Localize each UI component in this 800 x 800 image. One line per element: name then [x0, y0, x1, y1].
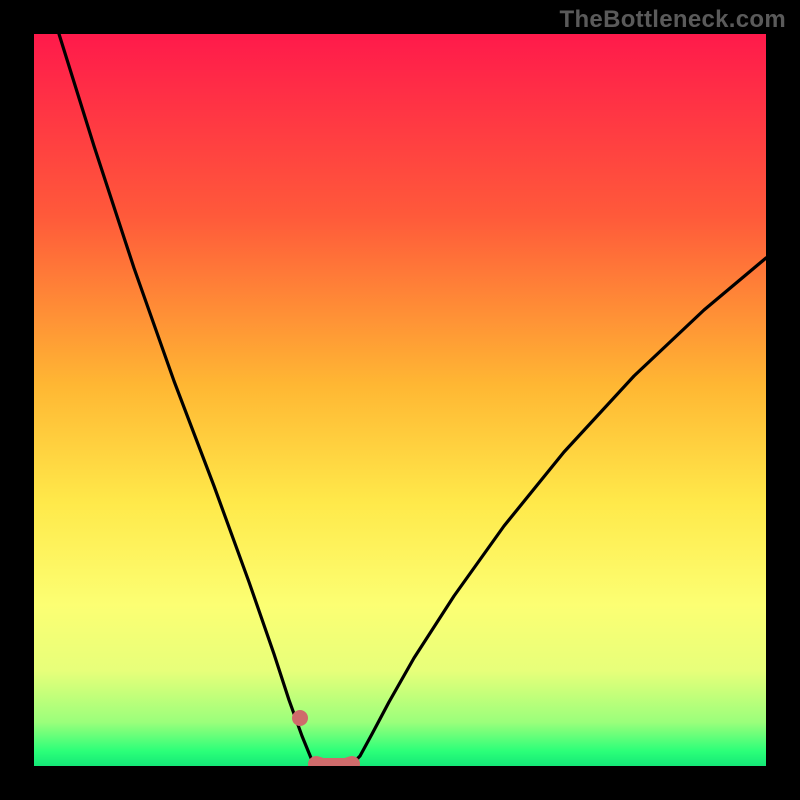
- series-right-branch: [352, 258, 766, 764]
- plot-area: [34, 34, 766, 766]
- series-left-branch: [59, 34, 316, 764]
- left-branch-end-dot: [292, 710, 308, 726]
- curve-layer: [34, 34, 766, 766]
- path-floor-highlight: [316, 764, 352, 766]
- watermark-text: TheBottleneck.com: [560, 6, 786, 34]
- chart-frame: TheBottleneck.com: [0, 0, 800, 800]
- series-floor-highlight: [316, 764, 352, 766]
- markers-layer: [292, 710, 308, 726]
- path-right-branch: [352, 258, 766, 764]
- path-left-branch: [59, 34, 316, 764]
